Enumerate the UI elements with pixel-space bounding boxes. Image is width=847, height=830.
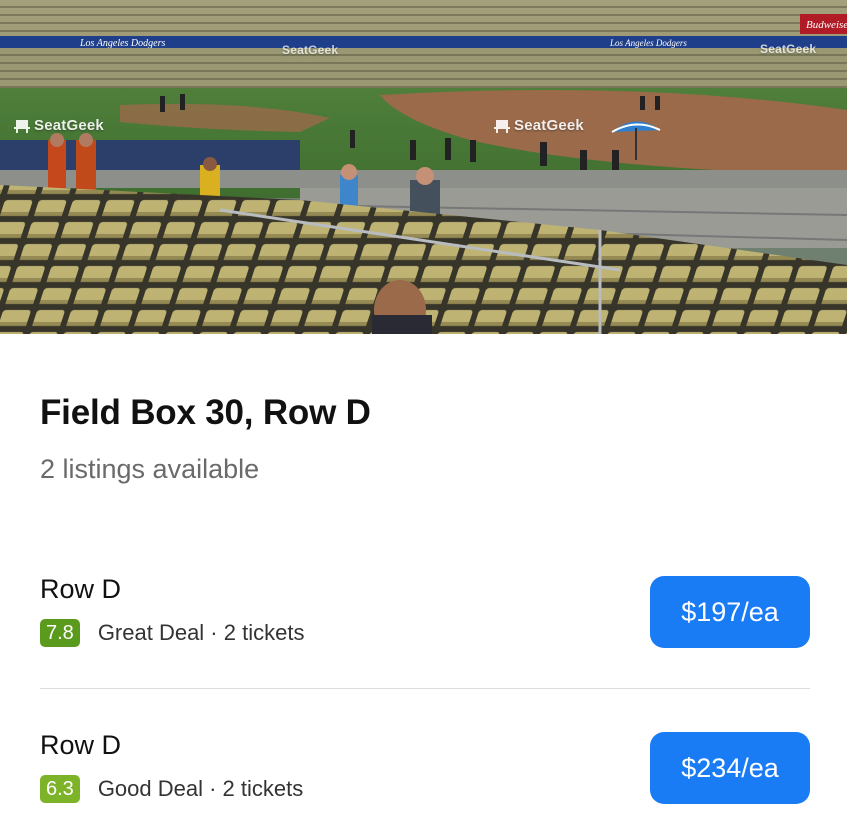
deal-description: Great Deal · 2 tickets — [97, 620, 305, 645]
seatgeek-watermark: SeatGeek — [760, 42, 817, 56]
svg-text:Budweiser: Budweiser — [806, 19, 847, 31]
listing-divider — [40, 688, 810, 689]
price-button[interactable]: $197/ea — [650, 576, 810, 648]
listing-row-label: Row D — [40, 730, 122, 760]
seatgeek-watermark: SeatGeek — [14, 117, 104, 134]
deal-score-badge: 6.3 — [40, 775, 80, 803]
listing-item[interactable]: Row D 6.3 Good Deal · 2 tickets $234/ea — [40, 730, 810, 810]
seatgeek-watermark: SeatGeek — [282, 43, 339, 57]
section-title: Field Box 30, Row D — [40, 393, 371, 432]
listing-meta: 6.3 Good Deal · 2 tickets — [40, 775, 303, 803]
deal-description: Good Deal · 2 tickets — [97, 776, 304, 801]
seat-view-photo: Los Angeles Dodgers Los Angeles Dodgers … — [0, 0, 847, 334]
listing-row-label: Row D — [40, 574, 122, 604]
price-button[interactable]: $234/ea — [650, 732, 810, 804]
deal-score-badge: 7.8 — [40, 619, 80, 647]
listings-count: 2 listings available — [40, 454, 260, 484]
seatgeek-logo-icon — [494, 119, 510, 133]
stadium-illustration: Los Angeles Dodgers Los Angeles Dodgers … — [0, 0, 847, 334]
listing-item[interactable]: Row D 7.8 Great Deal · 2 tickets $197/ea — [40, 574, 810, 654]
seatgeek-watermark: SeatGeek — [494, 117, 584, 134]
banner-text: Los Angeles Dodgers — [79, 38, 165, 49]
seatgeek-logo-icon — [14, 119, 30, 133]
svg-text:Los Angeles Dodgers: Los Angeles Dodgers — [609, 38, 687, 48]
listing-meta: 7.8 Great Deal · 2 tickets — [40, 619, 304, 647]
